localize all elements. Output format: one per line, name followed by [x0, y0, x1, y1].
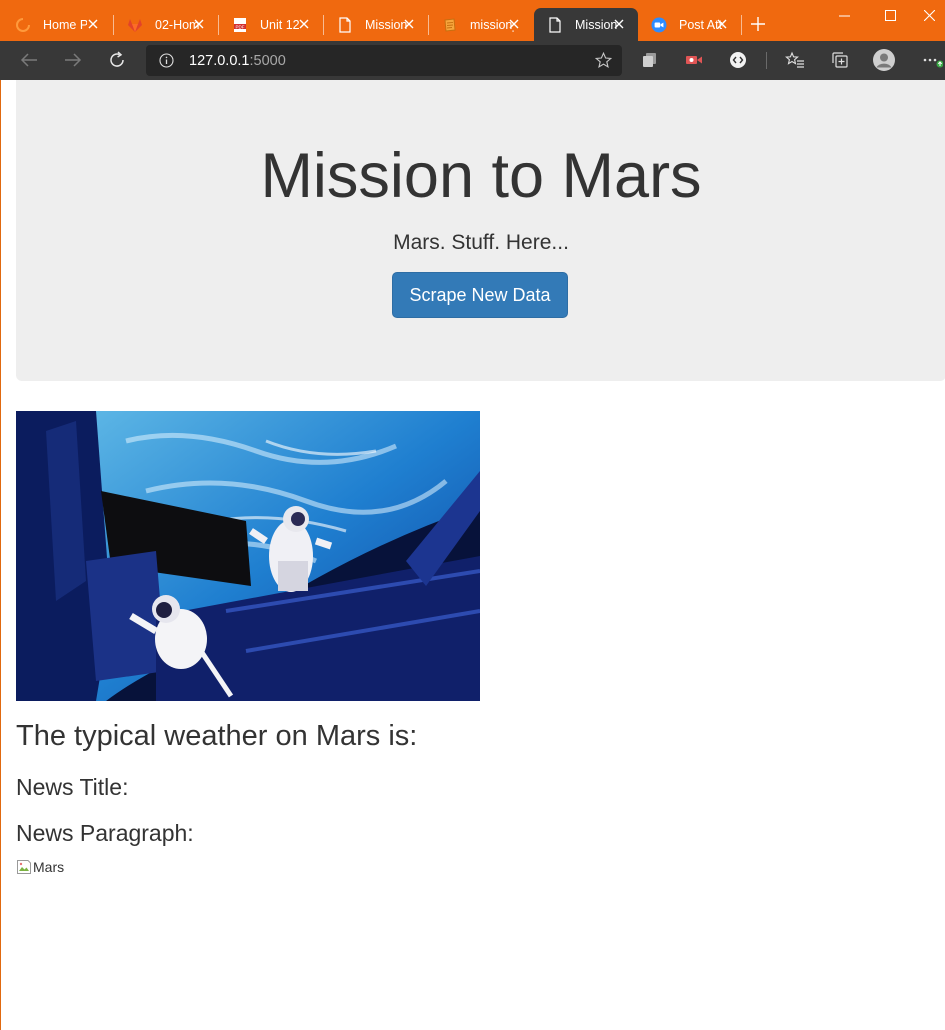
favorite-star-icon[interactable]	[594, 51, 613, 74]
more-menu-icon[interactable]	[916, 46, 945, 74]
close-icon[interactable]	[84, 15, 102, 33]
image-alt-text: Mars	[33, 859, 65, 875]
news-paragraph-label: News Paragraph:	[16, 820, 194, 846]
refresh-icon[interactable]	[103, 46, 131, 74]
extension-copy-icon[interactable]	[636, 46, 664, 74]
avatar[interactable]	[870, 46, 898, 74]
page-icon	[547, 16, 563, 33]
code-extension-icon[interactable]	[724, 46, 752, 74]
back-arrow-icon[interactable]	[15, 46, 43, 74]
forward-arrow-icon[interactable]	[59, 46, 87, 74]
close-icon[interactable]	[295, 15, 313, 33]
collections-icon[interactable]	[826, 46, 854, 74]
page-subtitle: Mars. Stuff. Here...	[393, 231, 569, 254]
address-bar[interactable]: 127.0.0.1:5000	[146, 45, 622, 76]
featured-image	[16, 411, 480, 701]
loader-icon	[15, 17, 31, 33]
jumbotron: Mission to Mars Mars. Stuff. Here... Scr…	[16, 80, 945, 381]
page-title: Mission to Mars	[260, 141, 702, 211]
maximize-icon[interactable]	[867, 0, 913, 30]
favorites-list-icon[interactable]	[781, 46, 809, 74]
tab-title: Home Page	[43, 17, 87, 32]
svg-text:PDF: PDF	[236, 24, 245, 29]
news-title-label: News Title:	[16, 774, 129, 800]
close-icon[interactable]	[505, 15, 523, 33]
pdf-icon: PDF	[232, 17, 248, 33]
tab-post-attendee[interactable]: Post Attendee	[638, 8, 741, 41]
gitlab-icon	[127, 17, 143, 33]
minimize-icon[interactable]	[821, 0, 867, 30]
tab-divider	[741, 15, 742, 35]
tab-homework[interactable]: 02-Homework	[114, 8, 218, 41]
url-port: :5000	[249, 53, 286, 69]
close-icon[interactable]	[400, 15, 418, 33]
scrape-new-data-button[interactable]: Scrape New Data	[392, 272, 568, 318]
new-tab-icon[interactable]	[748, 14, 768, 34]
tab-mission-notebook[interactable]: mission_to_mars	[429, 8, 533, 41]
page-icon	[337, 16, 353, 33]
zoom-icon	[651, 17, 667, 33]
page-content: Mission to Mars Mars. Stuff. Here... Scr…	[0, 80, 945, 1030]
browser-tab-strip: Home Page 02-Homework PDF Unit 12 Missio…	[0, 0, 945, 41]
url-text: 127.0.0.1:5000	[189, 53, 286, 69]
weather-heading: The typical weather on Mars is:	[16, 720, 418, 752]
window-close-icon[interactable]	[913, 0, 945, 30]
video-extension-icon[interactable]	[680, 46, 708, 74]
tab-mission-to-mars[interactable]: Mission to Mars	[324, 8, 428, 41]
tab-unit-12[interactable]: PDF Unit 12	[219, 8, 323, 41]
info-icon[interactable]	[159, 53, 174, 73]
browser-toolbar: 127.0.0.1:5000	[0, 41, 945, 80]
mars-hemisphere-image: Mars	[16, 858, 64, 876]
tab-mission-to-mars-active[interactable]: Mission to Mars	[534, 8, 638, 41]
url-host: 127.0.0.1	[189, 53, 250, 69]
close-icon[interactable]	[610, 15, 628, 33]
notebook-icon	[442, 17, 458, 33]
close-icon[interactable]	[190, 15, 208, 33]
toolbar-divider	[766, 52, 767, 69]
tab-home-page[interactable]: Home Page	[2, 8, 112, 41]
close-icon[interactable]	[713, 15, 731, 33]
broken-image-icon	[17, 860, 31, 874]
